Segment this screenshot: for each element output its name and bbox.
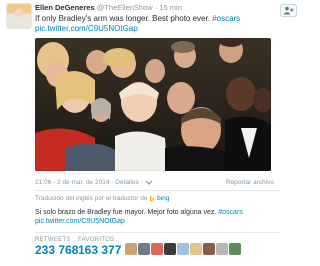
hashtag-link[interactable]: #oscars (212, 14, 240, 23)
retweets-stat[interactable]: RETWEETS 233 768 (35, 237, 78, 257)
favorites-stat[interactable]: FAVORITOS 163 377 (78, 237, 121, 257)
follow-button[interactable] (280, 4, 297, 17)
favoriter-avatar[interactable] (216, 243, 228, 255)
chevron-down-icon[interactable] (145, 180, 153, 185)
favoriter-avatar[interactable] (151, 243, 163, 255)
favoriter-avatar[interactable] (164, 243, 176, 255)
tweet-body: If only Bradley's arm was longer. Best p… (35, 14, 213, 23)
translated-photo-link[interactable]: pic.twitter.com/C9U5NOtGap (35, 218, 125, 225)
follow-person-icon (283, 6, 294, 15)
bing-logo-icon (150, 195, 155, 202)
author-avatar[interactable] (6, 3, 32, 29)
author-name[interactable]: Ellen DeGeneres (35, 3, 95, 12)
tweet-photo[interactable] (35, 38, 271, 171)
tweet-header: Ellen DeGeneres @TheEllenShow · 15 min (35, 3, 182, 12)
divider (35, 190, 280, 191)
photo-link[interactable]: pic.twitter.com/C9U5NOtGap (35, 24, 138, 33)
translated-body: Si solo brazo de Bradley fue mayor. Mejo… (35, 209, 219, 216)
favoriter-avatar[interactable] (138, 243, 150, 255)
favorites-count[interactable]: 163 377 (78, 243, 121, 257)
tweet-time[interactable]: · 15 min (155, 3, 182, 12)
translation-attribution: Traducido del inglés por el traductor de… (35, 195, 169, 202)
translated-hashtag-link[interactable]: #oscars (218, 209, 243, 216)
tweet-text: If only Bradley's arm was longer. Best p… (35, 14, 280, 34)
favoriter-avatar[interactable] (203, 243, 215, 255)
divider (35, 232, 280, 233)
favoriter-avatar[interactable] (190, 243, 202, 255)
report-media-link[interactable]: Reportar archivo (226, 179, 274, 186)
favoriter-avatar[interactable] (125, 243, 137, 255)
tweet-timestamp[interactable]: 21:06 - 2 de mar. de 2014 (35, 179, 109, 186)
group-selfie-image (35, 38, 271, 171)
favoriter-avatar[interactable] (229, 243, 241, 255)
details-link[interactable]: · Detalles · (111, 179, 142, 186)
bing-link[interactable]: bing (157, 195, 169, 202)
translation-label: Traducido del inglés por el traductor de (35, 195, 148, 203)
translated-text: Si solo brazo de Bradley fue mayor. Mejo… (35, 208, 280, 226)
tweet-meta: 21:06 - 2 de mar. de 2014 · Detalles · (35, 179, 153, 186)
favoriter-avatar[interactable] (177, 243, 189, 255)
author-handle[interactable]: @TheEllenShow (97, 3, 153, 12)
retweets-count[interactable]: 233 768 (35, 243, 78, 257)
